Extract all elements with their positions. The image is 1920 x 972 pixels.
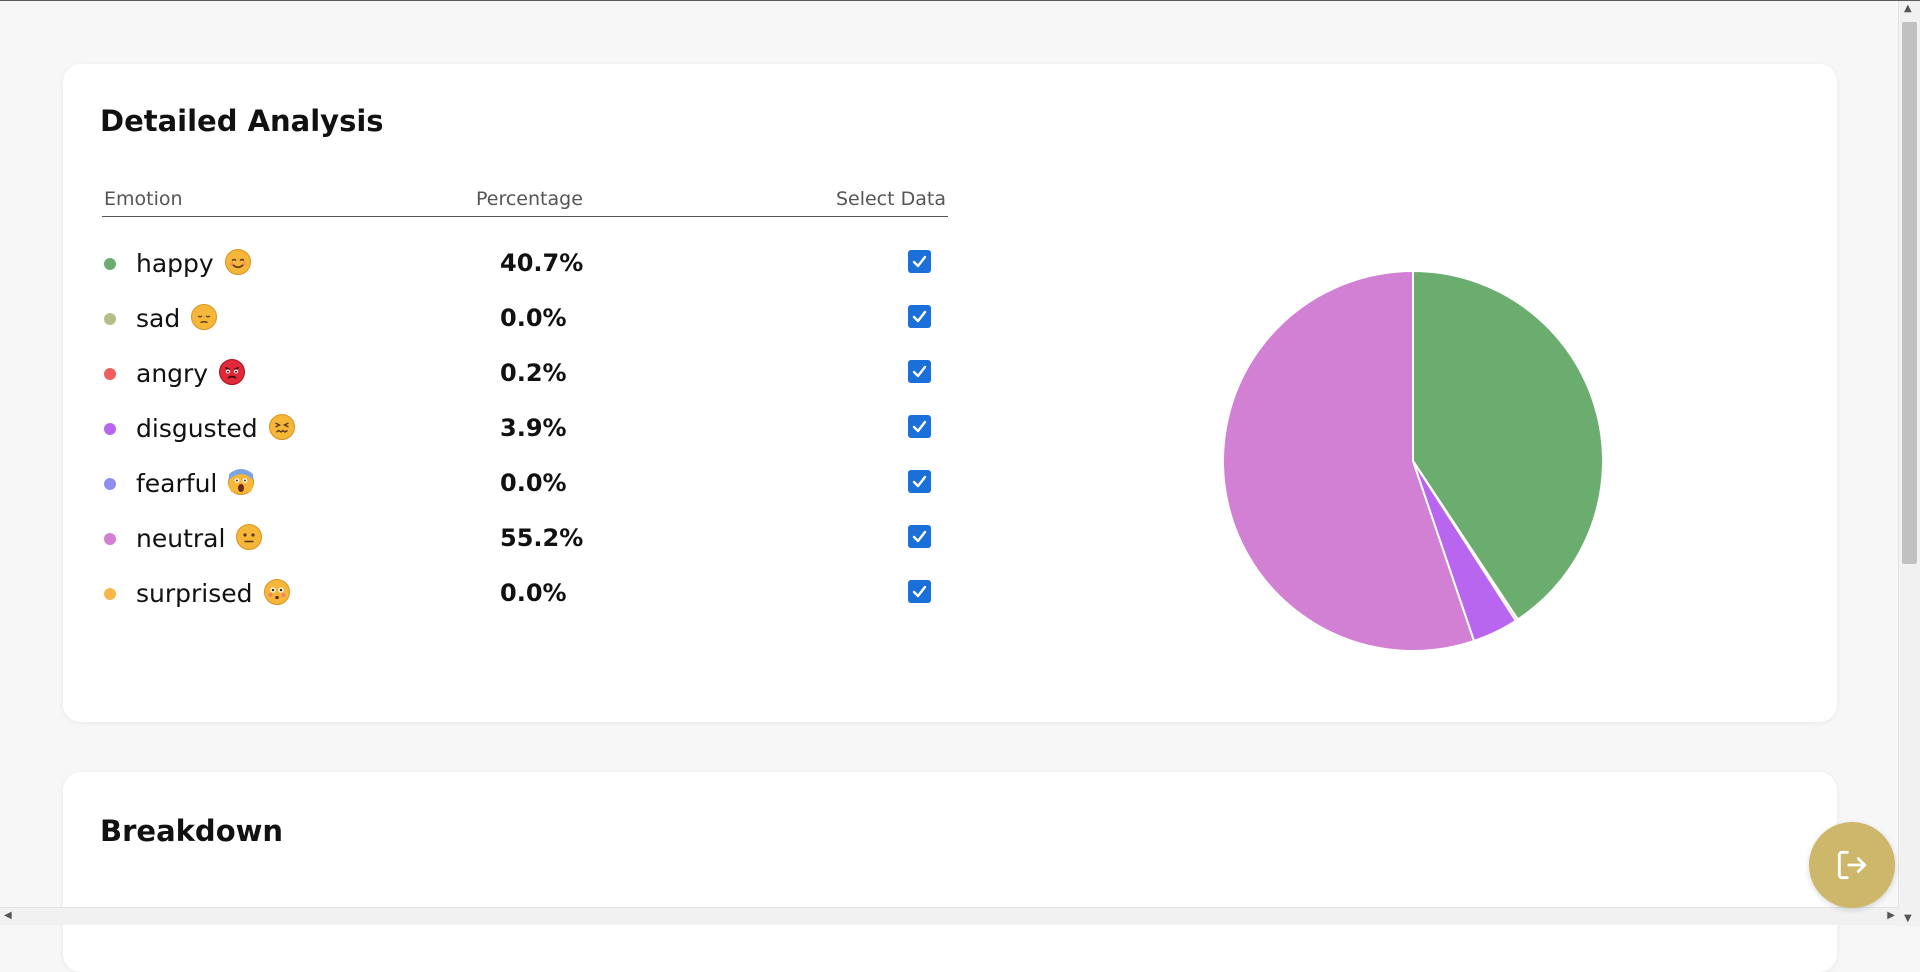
emotion-color-dot (104, 533, 116, 545)
checkmark-icon (912, 365, 927, 378)
select-data-checkbox[interactable] (908, 470, 931, 493)
emotion-column-header: Emotion (104, 188, 183, 210)
emotion-row: fearful 0.0% (102, 464, 948, 504)
emotion-row: disgusted 3.9% (102, 409, 948, 449)
smiling-face-icon (224, 249, 251, 275)
checkmark-icon (912, 255, 927, 268)
checkmark-icon (912, 420, 927, 433)
emotion-color-dot (104, 258, 116, 270)
screaming-face-icon (228, 469, 255, 495)
neutral-face-icon (236, 524, 263, 550)
emotion-color-dot (104, 588, 116, 600)
emotion-percentage: 0.0% (500, 469, 567, 497)
emotion-row: sad 0.0% (102, 299, 948, 339)
checkmark-icon (912, 310, 927, 323)
breakdown-title: Breakdown (100, 814, 284, 848)
flushed-face-icon (263, 579, 290, 605)
percentage-column-header: Percentage (476, 188, 583, 210)
emotion-pie-chart (1183, 231, 1643, 691)
logout-button[interactable] (1809, 822, 1895, 908)
horizontal-scrollbar[interactable]: ◀ ▶ (0, 907, 1899, 925)
emotion-label: happy (136, 249, 214, 278)
select-data-checkbox[interactable] (908, 415, 931, 438)
vertical-scroll-thumb[interactable] (1902, 22, 1917, 564)
angry-face-icon (219, 359, 246, 385)
emotion-color-dot (104, 423, 116, 435)
emotion-label: neutral (136, 524, 226, 553)
emotion-color-dot (104, 313, 116, 325)
checkmark-icon (912, 530, 927, 543)
emotion-label: angry (136, 359, 209, 388)
confounded-face-icon (268, 414, 295, 440)
emotion-percentage: 40.7% (500, 249, 584, 277)
select-data-checkbox[interactable] (908, 525, 931, 548)
pie-chart-svg (1222, 269, 1604, 652)
breakdown-card: Breakdown (63, 772, 1837, 972)
emotion-table-header: Emotion Percentage Select Data (102, 186, 948, 217)
select-data-column-header: Select Data (835, 188, 946, 210)
detailed-analysis-title: Detailed Analysis (100, 104, 384, 138)
emotion-percentage: 0.2% (500, 359, 567, 387)
detailed-analysis-card: Detailed Analysis Emotion Percentage Sel… (63, 64, 1837, 722)
emotion-row: surprised 0.0% (102, 574, 948, 614)
select-data-checkbox[interactable] (908, 305, 931, 328)
scroll-left-arrow-icon[interactable]: ◀ (4, 910, 12, 921)
emotion-label: surprised (136, 579, 253, 608)
emotion-label: fearful (136, 469, 218, 498)
emotion-label: sad (136, 304, 181, 333)
emotion-color-dot (104, 478, 116, 490)
emotion-row: angry 0.2% (102, 354, 948, 394)
emotion-percentage: 3.9% (500, 414, 567, 442)
vertical-scrollbar[interactable]: ▲ ▼ (1898, 1, 1920, 926)
emotion-percentage: 0.0% (500, 304, 567, 332)
pensive-face-icon (191, 304, 218, 330)
emotion-percentage: 0.0% (500, 579, 567, 607)
checkmark-icon (912, 585, 927, 598)
emotion-row: happy 40.7% (102, 244, 948, 284)
select-data-checkbox[interactable] (908, 250, 931, 273)
select-data-checkbox[interactable] (908, 580, 931, 603)
checkmark-icon (912, 475, 927, 488)
scroll-right-arrow-icon[interactable]: ▶ (1887, 910, 1895, 921)
emotion-row: neutral 55.2% (102, 519, 948, 559)
emotion-percentage: 55.2% (500, 524, 584, 552)
scroll-up-arrow-icon[interactable]: ▲ (1904, 3, 1912, 14)
emotion-label: disgusted (136, 414, 258, 443)
emotion-color-dot (104, 368, 116, 380)
logout-icon (1837, 850, 1867, 880)
select-data-checkbox[interactable] (908, 360, 931, 383)
scroll-down-arrow-icon[interactable]: ▼ (1904, 913, 1912, 924)
